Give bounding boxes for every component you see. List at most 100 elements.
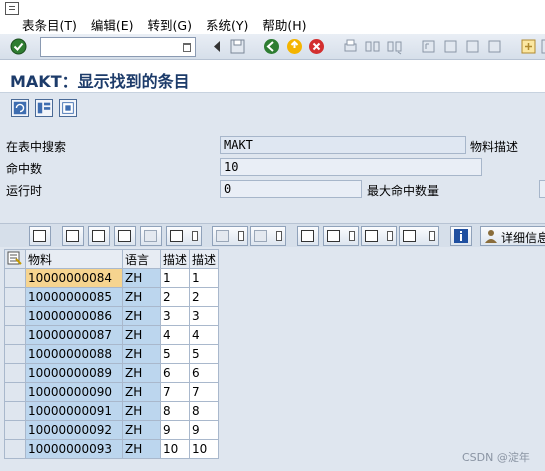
alv-find-button[interactable] <box>114 226 136 246</box>
row-selector[interactable] <box>4 306 26 326</box>
menu-item-goto[interactable]: 转到(G) <box>148 15 192 34</box>
cell-description-2[interactable]: 6 <box>189 363 220 383</box>
cell-description-1[interactable]: 1 <box>159 268 191 288</box>
next-page-icon[interactable] <box>464 38 481 55</box>
selection-criteria-icon[interactable] <box>35 99 53 117</box>
refresh-icon[interactable] <box>11 99 29 117</box>
cell-material[interactable]: 10000000087 <box>25 325 123 345</box>
table-row[interactable]: 10000000093 ZH 10 10 <box>4 439 220 459</box>
cell-description-2[interactable]: 3 <box>189 306 220 326</box>
find-icon[interactable] <box>364 38 381 55</box>
previous-page-icon[interactable] <box>442 38 459 55</box>
menu-item-table-entry[interactable]: 表条目(T) <box>22 15 77 34</box>
alv-filter-button[interactable] <box>166 226 202 246</box>
cell-material[interactable]: 10000000085 <box>25 287 123 307</box>
cell-description-2[interactable]: 5 <box>189 344 220 364</box>
cell-material[interactable]: 10000000093 <box>25 439 123 459</box>
alv-views-button[interactable] <box>323 226 359 246</box>
number-of-entries-icon[interactable] <box>59 99 77 117</box>
cell-description-1[interactable]: 6 <box>159 363 191 383</box>
header-description-1[interactable]: 描述 <box>159 249 191 269</box>
cell-material[interactable]: 10000000084 <box>25 268 123 288</box>
header-language[interactable]: 语言 <box>122 249 161 269</box>
alv-layout-button[interactable] <box>399 226 439 246</box>
row-selector[interactable] <box>4 287 26 307</box>
cell-description-2[interactable]: 9 <box>189 420 220 440</box>
menu-item-edit[interactable]: 编辑(E) <box>91 15 134 34</box>
alv-print-preview-button[interactable] <box>297 226 319 246</box>
cell-description-2[interactable]: 4 <box>189 325 220 345</box>
exit-icon[interactable] <box>286 38 303 55</box>
cell-description-1[interactable]: 9 <box>159 420 191 440</box>
table-row[interactable]: 10000000088 ZH 5 5 <box>4 344 220 364</box>
cancel-icon[interactable] <box>308 38 325 55</box>
cell-material[interactable]: 10000000091 <box>25 401 123 421</box>
cell-language[interactable]: ZH <box>122 287 161 307</box>
cell-language[interactable]: ZH <box>122 439 161 459</box>
alv-info-button[interactable] <box>450 226 472 246</box>
row-selector[interactable] <box>4 268 26 288</box>
cell-description-2[interactable]: 7 <box>189 382 220 402</box>
table-row[interactable]: 10000000085 ZH 2 2 <box>4 287 220 307</box>
alv-details-button[interactable] <box>29 226 51 246</box>
table-row[interactable]: 10000000092 ZH 9 9 <box>4 420 220 440</box>
select-all-cell[interactable] <box>4 249 26 269</box>
alv-sort-descending-button[interactable] <box>88 226 110 246</box>
cell-language[interactable]: ZH <box>122 325 161 345</box>
collapse-arrow-icon[interactable] <box>209 38 226 55</box>
cell-description-1[interactable]: 10 <box>159 439 191 459</box>
cell-description-1[interactable]: 4 <box>159 325 191 345</box>
print-icon[interactable] <box>342 38 359 55</box>
cell-language[interactable]: ZH <box>122 382 161 402</box>
save-icon[interactable] <box>229 38 246 55</box>
cell-description-1[interactable]: 3 <box>159 306 191 326</box>
cell-material[interactable]: 10000000090 <box>25 382 123 402</box>
table-row[interactable]: 10000000090 ZH 7 7 <box>4 382 220 402</box>
max-hits-field[interactable] <box>539 180 545 198</box>
cell-description-1[interactable]: 5 <box>159 344 191 364</box>
table-row[interactable]: 10000000091 ZH 8 8 <box>4 401 220 421</box>
table-row[interactable]: 10000000087 ZH 4 4 <box>4 325 220 345</box>
table-row[interactable]: 10000000086 ZH 3 3 <box>4 306 220 326</box>
row-selector[interactable] <box>4 401 26 421</box>
last-page-icon[interactable] <box>486 38 503 55</box>
cell-material[interactable]: 10000000086 <box>25 306 123 326</box>
table-row[interactable]: 10000000084 ZH 1 1 <box>4 268 220 288</box>
row-selector[interactable] <box>4 344 26 364</box>
cell-language[interactable]: ZH <box>122 306 161 326</box>
cell-description-2[interactable]: 2 <box>189 287 220 307</box>
cell-language[interactable]: ZH <box>122 363 161 383</box>
find-next-icon[interactable] <box>386 38 403 55</box>
cell-description-2[interactable]: 10 <box>189 439 220 459</box>
menu-item-system[interactable]: 系统(Y) <box>206 15 248 34</box>
row-selector[interactable] <box>4 325 26 345</box>
cell-description-1[interactable]: 2 <box>159 287 191 307</box>
command-history-icon[interactable] <box>183 43 191 52</box>
row-selector[interactable] <box>4 363 26 383</box>
cell-material[interactable]: 10000000092 <box>25 420 123 440</box>
back-icon[interactable] <box>263 38 280 55</box>
command-field[interactable] <box>40 37 196 57</box>
alv-sort-ascending-button[interactable] <box>62 226 84 246</box>
cell-language[interactable]: ZH <box>122 268 161 288</box>
alv-export-button[interactable] <box>361 226 397 246</box>
cell-description-1[interactable]: 7 <box>159 382 191 402</box>
enter-check-icon[interactable] <box>10 38 27 55</box>
create-session-icon[interactable] <box>520 38 537 55</box>
cell-language[interactable]: ZH <box>122 420 161 440</box>
layout-icon[interactable] <box>540 38 545 55</box>
cell-description-2[interactable]: 1 <box>189 268 220 288</box>
window-menu-icon[interactable] <box>5 2 19 15</box>
cell-material[interactable]: 10000000089 <box>25 363 123 383</box>
row-selector[interactable] <box>4 439 26 459</box>
cell-description-1[interactable]: 8 <box>159 401 191 421</box>
header-description-2[interactable]: 描述 <box>189 249 220 269</box>
row-selector[interactable] <box>4 420 26 440</box>
cell-language[interactable]: ZH <box>122 344 161 364</box>
alv-detail-info-button[interactable]: 详细信息 <box>480 226 545 246</box>
row-selector[interactable] <box>4 382 26 402</box>
table-row[interactable]: 10000000089 ZH 6 6 <box>4 363 220 383</box>
menu-item-help[interactable]: 帮助(H) <box>262 15 306 34</box>
cell-material[interactable]: 10000000088 <box>25 344 123 364</box>
cell-language[interactable]: ZH <box>122 401 161 421</box>
